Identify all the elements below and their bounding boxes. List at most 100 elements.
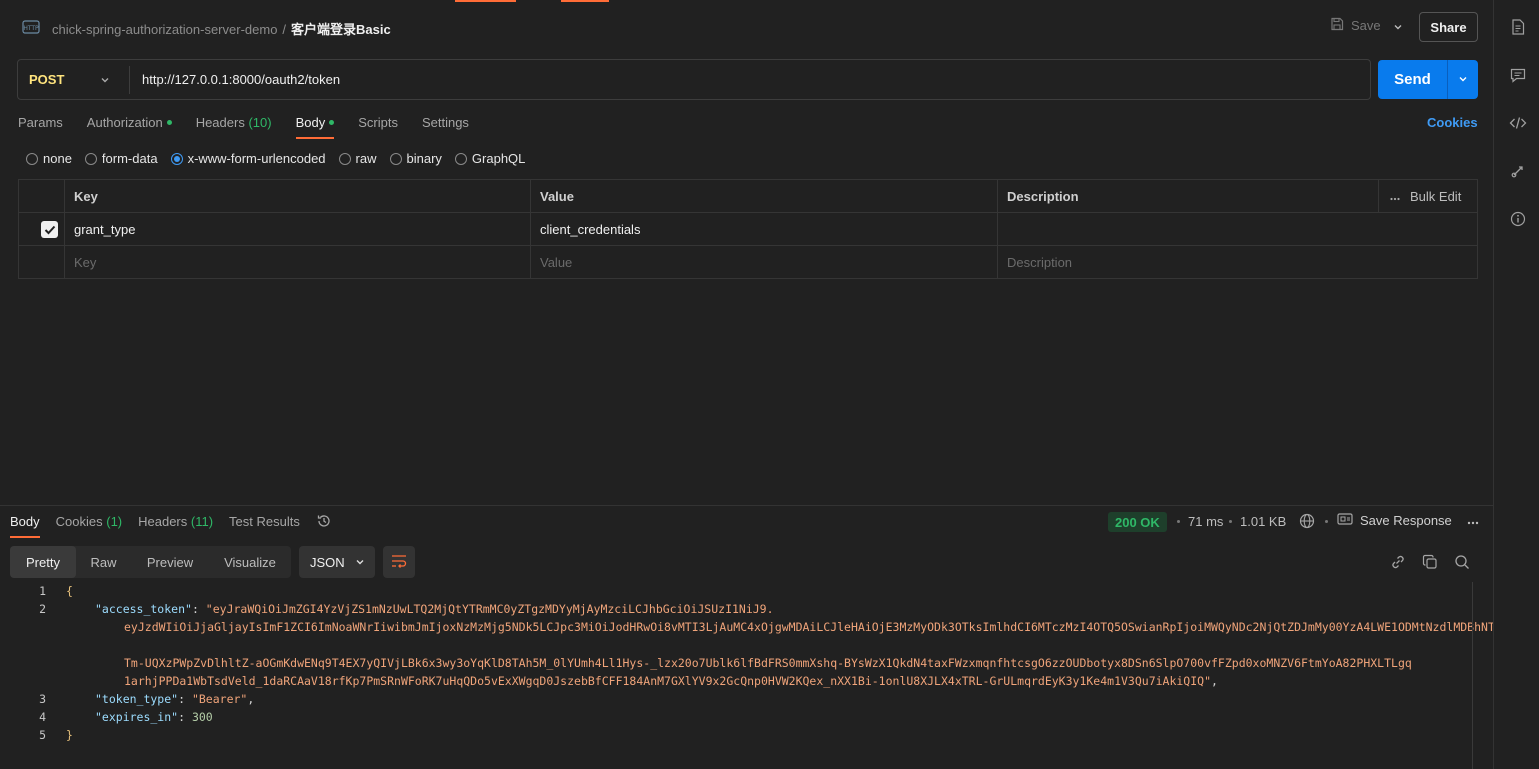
json-comma: , [247,692,255,706]
view-visualize[interactable]: Visualize [209,546,291,578]
response-body-code[interactable]: 1 { 2 "access_token": "eyJraWQiOiJmZGI4Y… [0,582,1539,769]
key-cell[interactable]: grant_type [64,213,530,246]
send-options-button[interactable] [1447,60,1478,99]
wrap-lines-button[interactable] [383,546,415,578]
chevron-down-icon[interactable] [1393,20,1403,35]
comment-icon[interactable] [1509,66,1527,84]
key-placeholder[interactable]: Key [64,246,530,279]
save-label: Save [1351,18,1381,33]
response-time[interactable]: 71 ms [1188,514,1223,529]
resp-tab-test-results[interactable]: Test Results [229,514,300,538]
resp-tab-body[interactable]: Body [10,514,40,538]
view-preview[interactable]: Preview [131,546,209,578]
body-mode-graphql[interactable]: GraphQL [454,151,525,166]
document-icon[interactable] [1509,18,1527,36]
code-icon[interactable] [1509,114,1527,132]
json-brace: { [66,584,73,598]
link-icon[interactable] [1390,554,1406,570]
body-mode-form-data[interactable]: form-data [84,151,158,166]
url-bar: POST http://127.0.0.1:8000/oauth2/token [17,59,1371,100]
tab-settings[interactable]: Settings [422,115,469,139]
params-table: Key Value Description Bulk Edit grant_ty… [18,179,1478,279]
radio [454,152,467,165]
cookies-link[interactable]: Cookies [1427,115,1478,130]
column-header-key: Key [64,180,530,213]
send-button[interactable]: Send [1378,60,1447,99]
body-mode-raw[interactable]: raw [338,151,377,166]
tab-indicator [561,0,609,2]
value-placeholder[interactable]: Value [530,246,997,279]
json-string: 1arhjPPDa1WbTsdVeld_1daRCAaV18rfKp7PmSRn… [124,674,1212,688]
code-line: "access_token": "eyJraWQiOiJmZGI4YzVjZS1… [95,600,774,618]
radio-checked [170,152,183,165]
save-response-icon [1337,513,1353,528]
bulk-edit-label: Bulk Edit [1410,189,1462,204]
tab-indicator-strip [0,0,1493,2]
globe-icon[interactable] [1299,513,1315,532]
resp-tab-headers[interactable]: Headers (11) [138,514,213,538]
tab-authorization[interactable]: Authorization [87,115,172,139]
json-string: "eyJraWQiOiJmZGI4YzVjZS1mNzUwLTQ2MjQtYTR… [205,602,774,616]
row-enabled-checkbox[interactable] [41,221,58,238]
code-line: 1arhjPPDa1WbTsdVeld_1daRCAaV18rfKp7PmSRn… [124,672,1218,690]
table-header-row: Key Value Description Bulk Edit [19,180,1477,213]
view-pretty[interactable]: Pretty [10,546,76,578]
json-comma: , [1211,674,1218,688]
body-mode-none[interactable]: none [26,151,72,166]
tab-params[interactable]: Params [18,115,63,139]
bulk-edit-button[interactable]: Bulk Edit [1378,180,1477,213]
breadcrumb-collection[interactable]: chick-spring-authorization-server-demo [52,22,277,37]
history-icon[interactable] [316,513,332,532]
response-size[interactable]: 1.01 KB [1240,514,1286,529]
share-button[interactable]: Share [1419,12,1478,42]
radio [338,152,351,165]
table-row-empty: Key Value Description [19,246,1477,279]
save-response-button[interactable]: Save Response [1337,513,1479,528]
right-sidebar [1493,0,1539,769]
radio [26,152,38,165]
view-raw[interactable]: Raw [76,546,131,578]
search-icon[interactable] [1454,554,1470,570]
tab-headers[interactable]: Headers (10) [196,115,272,139]
format-select[interactable]: JSON [299,546,375,578]
save-button[interactable]: Save [1330,17,1381,34]
radio [389,152,402,165]
line-number: 5 [39,728,46,742]
code-line: "expires_in": 300 [95,708,213,726]
scrollbar[interactable] [1472,582,1473,769]
more-icon[interactable] [1467,513,1479,528]
json-brace: } [66,728,73,742]
more-icon [1390,189,1400,204]
url-input[interactable]: http://127.0.0.1:8000/oauth2/token [142,72,340,87]
pane-divider[interactable] [0,505,1493,506]
line-number: 3 [39,692,46,706]
chevron-down-icon [1458,72,1468,87]
description-cell[interactable] [997,213,1477,246]
value-cell[interactable]: client_credentials [530,213,997,246]
resp-tab-cookies-label: Cookies [55,514,103,529]
view-mode-segmented: Pretty Raw Preview Visualize [10,546,291,578]
resp-tab-cookies[interactable]: Cookies (1) [56,514,122,538]
json-number: 300 [191,710,213,724]
related-requests-icon[interactable] [1509,162,1527,180]
code-line: "token_type": "Bearer", [95,690,254,708]
chevron-down-icon[interactable] [100,73,110,88]
svg-text:HTTP: HTTP [23,25,39,32]
json-colon: : [178,692,192,706]
copy-icon[interactable] [1422,554,1438,570]
request-name[interactable]: 客户端登录Basic [291,22,391,37]
info-icon[interactable] [1509,210,1527,228]
separator-dot [1325,520,1328,523]
checkmark-icon [44,225,55,234]
body-mode-urlencoded[interactable]: x-www-form-urlencoded [170,151,326,166]
active-dot [329,120,335,126]
body-mode-binary[interactable]: binary [389,151,442,166]
active-dot [166,120,172,126]
method-select[interactable]: POST [29,72,64,87]
tab-body[interactable]: Body [295,115,335,139]
save-icon [1330,17,1344,34]
description-placeholder[interactable]: Description [997,246,1477,279]
json-colon: : [178,710,192,724]
status-badge[interactable]: 200 OK [1108,512,1167,532]
tab-scripts[interactable]: Scripts [358,115,398,139]
